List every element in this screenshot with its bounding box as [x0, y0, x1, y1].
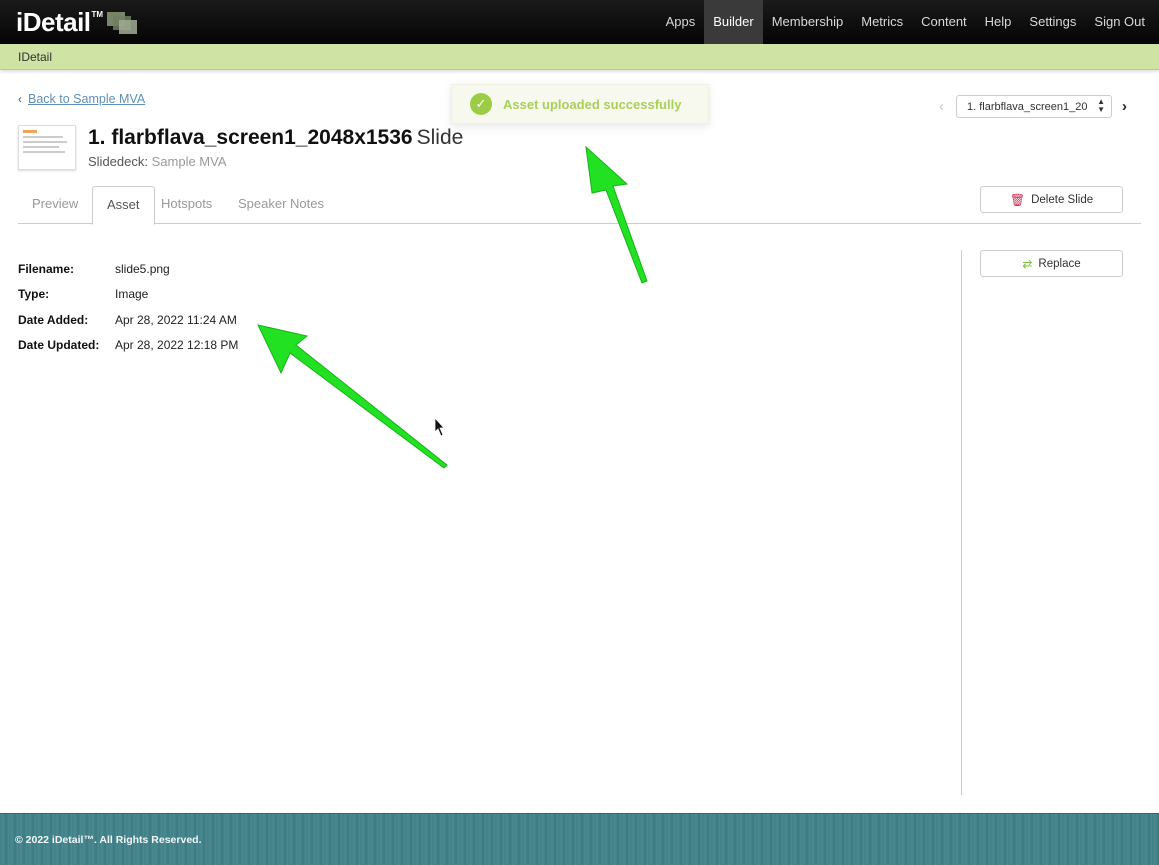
logo-squares-icon: [105, 12, 138, 36]
nav-content[interactable]: Content: [912, 0, 976, 44]
nav-membership[interactable]: Membership: [763, 0, 853, 44]
top-navbar: iDetail TM Apps Builder Membership Metri…: [0, 0, 1159, 44]
nav-sign-out[interactable]: Sign Out: [1085, 0, 1159, 44]
chevron-left-icon: ‹: [18, 92, 22, 106]
tab-bar: Preview Asset Hotspots Speaker Notes: [18, 186, 1141, 225]
slidedeck-prefix: Slidedeck:: [88, 154, 148, 169]
slide-select-value: 1. flarbflava_screen1_20: [967, 100, 1088, 113]
replace-label: Replace: [1038, 257, 1081, 270]
delete-slide-button[interactable]: 🗑 Delete Slide: [980, 186, 1123, 213]
toast-message: Asset uploaded successfully: [503, 96, 682, 112]
page-subtitle: Slidedeck: Sample MVA: [88, 154, 227, 169]
previous-slide-icon[interactable]: ‹: [939, 98, 944, 115]
type-label: Type:: [18, 287, 50, 302]
asset-details: Filename: slide5.png Type: Image Date Ad…: [18, 256, 238, 358]
logo[interactable]: iDetail TM: [16, 6, 138, 38]
replace-button[interactable]: ⇄ Replace: [980, 250, 1123, 277]
nav-metrics[interactable]: Metrics: [852, 0, 912, 44]
page-title: 1. flarbflava_screen1_2048x1536 Slide: [88, 126, 463, 150]
trash-icon: 🗑: [1009, 192, 1026, 207]
date-updated-label: Date Updated:: [18, 338, 100, 353]
tab-asset[interactable]: Asset: [92, 186, 155, 225]
tab-speaker-notes[interactable]: Speaker Notes: [224, 186, 338, 224]
filename-label: Filename:: [18, 261, 75, 276]
slide-pager: ‹ 1. flarbflava_screen1_20 ▲ ▼ ›: [939, 95, 1127, 118]
detail-row: Type: Image: [18, 282, 238, 308]
filename-value: slide5.png: [115, 261, 170, 276]
detail-row: Date Added: Apr 28, 2022 11:24 AM: [18, 307, 238, 333]
footer: © 2022 iDetail™. All Rights Reserved.: [0, 813, 1159, 865]
date-updated-value: Apr 28, 2022 12:18 PM: [115, 338, 239, 353]
slide-thumbnail: [18, 125, 76, 170]
success-toast: ✓ Asset uploaded successfully: [451, 84, 709, 124]
select-arrows-icon: ▲ ▼: [1097, 97, 1105, 114]
date-added-value: Apr 28, 2022 11:24 AM: [115, 312, 237, 327]
tab-preview[interactable]: Preview: [18, 186, 92, 224]
sidebar-divider: [961, 250, 962, 795]
detail-row: Date Updated: Apr 28, 2022 12:18 PM: [18, 333, 238, 359]
logo-text: iDetail: [16, 7, 91, 37]
org-label: IDetail: [18, 50, 53, 64]
delete-slide-label: Delete Slide: [1031, 193, 1094, 206]
nav-settings[interactable]: Settings: [1020, 0, 1085, 44]
slide-select[interactable]: 1. flarbflava_screen1_20 ▲ ▼: [956, 95, 1112, 118]
annotation-arrow-details: [257, 324, 448, 469]
main-nav: Apps Builder Membership Metrics Content …: [657, 0, 1159, 44]
tab-hotspots[interactable]: Hotspots: [147, 186, 226, 224]
nav-apps[interactable]: Apps: [657, 0, 705, 44]
next-slide-icon[interactable]: ›: [1122, 98, 1127, 115]
copyright: © 2022 iDetail™. All Rights Reserved.: [15, 834, 202, 846]
slidedeck-name: Sample MVA: [151, 154, 227, 169]
logo-trademark: TM: [91, 10, 104, 19]
org-bar: IDetail: [0, 44, 1159, 70]
slide-number: 1.: [88, 126, 106, 149]
breadcrumb: ‹ Back to Sample MVA: [18, 92, 145, 106]
detail-row: Filename: slide5.png: [18, 256, 238, 282]
date-added-label: Date Added:: [18, 312, 89, 327]
type-value: Image: [115, 287, 149, 302]
check-circle-icon: ✓: [470, 93, 492, 115]
mouse-cursor-icon: [434, 416, 445, 437]
swap-arrows-icon: ⇄: [1022, 256, 1033, 271]
slide-name: flarbflava_screen1_2048x1536: [111, 126, 413, 149]
slide-kind: Slide: [416, 126, 464, 149]
nav-help[interactable]: Help: [976, 0, 1021, 44]
nav-builder[interactable]: Builder: [704, 0, 763, 44]
back-link[interactable]: Back to Sample MVA: [28, 92, 145, 106]
